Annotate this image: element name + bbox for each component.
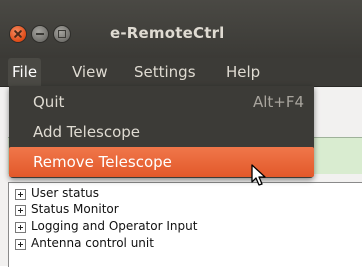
app-window: e-RemoteCtrl File View Settings Help Use… (0, 0, 362, 267)
tree-item-logging[interactable]: Logging and Operator Input (9, 218, 362, 234)
expand-icon[interactable] (15, 189, 26, 200)
menu-item-add-telescope[interactable]: Add Telescope (9, 117, 314, 147)
tree-view[interactable]: User status Status Monitor Logging and O… (8, 182, 362, 267)
shortcut-label: Alt+F4 (252, 93, 304, 111)
tree-item-antenna-control[interactable]: Antenna control unit (9, 235, 362, 251)
menu-item-label: Remove Telescope (33, 153, 172, 171)
window-title: e-RemoteCtrl (110, 24, 225, 42)
close-window-icon[interactable] (10, 26, 26, 42)
mouse-pointer-icon (251, 164, 266, 186)
menu-item-label: Add Telescope (33, 123, 141, 141)
menu-settings[interactable]: Settings (130, 58, 200, 86)
tree-item-label: Antenna control unit (31, 236, 154, 250)
menu-item-quit[interactable]: Quit Alt+F4 (9, 87, 314, 117)
tree-item-status-monitor[interactable]: Status Monitor (9, 201, 362, 217)
tree-item-label: User status (31, 186, 100, 200)
menu-file[interactable]: File (8, 58, 42, 86)
minimize-window-icon[interactable] (32, 26, 48, 42)
menu-help[interactable]: Help (222, 58, 264, 86)
maximize-window-icon[interactable] (54, 26, 70, 42)
tree-item-user-status[interactable]: User status (9, 185, 362, 201)
expand-icon[interactable] (15, 205, 26, 216)
expand-icon[interactable] (15, 239, 26, 250)
expand-icon[interactable] (15, 222, 26, 233)
tree-item-label: Status Monitor (31, 202, 119, 216)
menu-bar: File View Settings Help (0, 58, 362, 87)
tree-item-label: Logging and Operator Input (31, 219, 198, 233)
menu-view[interactable]: View (68, 58, 112, 86)
menu-item-label: Quit (33, 93, 65, 111)
title-bar: e-RemoteCtrl (0, 0, 362, 58)
